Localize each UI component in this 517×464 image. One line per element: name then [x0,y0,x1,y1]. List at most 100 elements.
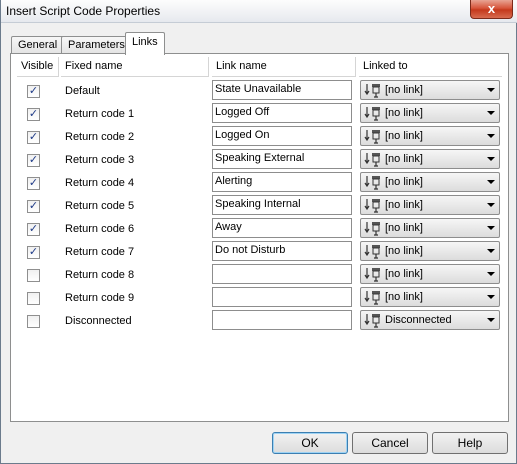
link-name-input[interactable]: Alerting [212,172,352,192]
fixed-name: Return code 2 [65,131,135,143]
tab-general[interactable]: General [11,36,65,54]
check-icon: ✓ [28,177,39,189]
table-row: ✓ Return code 2 Logged On [no link] [11,126,508,147]
title-bar: Insert Script Code Properties x [1,0,517,23]
visible-checkbox[interactable]: ✓ [27,246,40,259]
link-target-icon [364,152,382,167]
fixed-name: Return code 4 [65,177,135,189]
fixed-name: Return code 5 [65,200,135,212]
linked-to-value: [no link] [385,199,423,211]
chevron-down-icon [487,272,495,276]
visible-checkbox[interactable] [27,315,40,328]
linked-to-dropdown[interactable]: [no link] [360,126,500,146]
link-name-input[interactable] [212,264,352,284]
links-panel: Visible Fixed name Link name Linked to ✓… [10,53,509,422]
link-target-icon [364,313,382,328]
visible-checkbox[interactable]: ✓ [27,108,40,121]
chevron-down-icon [487,88,495,92]
check-icon: ✓ [28,223,39,235]
cancel-button[interactable]: Cancel [352,432,428,454]
link-name-input[interactable]: Do not Disturb [212,241,352,261]
linked-to-dropdown[interactable]: [no link] [360,103,500,123]
check-icon: ✓ [28,246,39,258]
table-row: ✓ Return code 3 Speaking External [no link] [11,149,508,170]
check-icon: ✓ [28,108,39,120]
tab-links[interactable]: Links [125,32,165,55]
chevron-down-icon [487,318,495,322]
chevron-down-icon [487,134,495,138]
visible-checkbox[interactable]: ✓ [27,154,40,167]
linked-to-value: [no link] [385,176,423,188]
fixed-name: Return code 9 [65,292,135,304]
linked-to-value: [no link] [385,291,423,303]
column-header-visible: Visible [17,57,59,77]
visible-checkbox[interactable]: ✓ [27,223,40,236]
chevron-down-icon [487,226,495,230]
link-name-input[interactable]: Speaking External [212,149,352,169]
fixed-name: Default [65,85,100,97]
table-row: Return code 9 [no link] [11,287,508,308]
linked-to-value: [no link] [385,245,423,257]
table-row: ✓ Default State Unavailable [no link] [11,80,508,101]
column-header-fixed-name: Fixed name [61,57,209,77]
linked-to-value: [no link] [385,153,423,165]
visible-checkbox[interactable] [27,269,40,282]
help-button[interactable]: Help [432,432,508,454]
chevron-down-icon [487,295,495,299]
visible-checkbox[interactable]: ✓ [27,131,40,144]
linked-to-dropdown[interactable]: [no link] [360,264,500,284]
visible-checkbox[interactable] [27,292,40,305]
chevron-down-icon [487,111,495,115]
chevron-down-icon [487,249,495,253]
linked-to-dropdown[interactable]: [no link] [360,195,500,215]
ok-button[interactable]: OK [272,432,348,454]
visible-checkbox[interactable]: ✓ [27,177,40,190]
table-row: ✓ Return code 5 Speaking Internal [no link] [11,195,508,216]
linked-to-dropdown[interactable]: [no link] [360,287,500,307]
table-row: ✓ Return code 7 Do not Disturb [no link] [11,241,508,262]
column-header-linked-to: Linked to [359,57,502,77]
visible-checkbox[interactable]: ✓ [27,85,40,98]
link-name-input[interactable]: Away [212,218,352,238]
link-name-input[interactable]: Logged On [212,126,352,146]
link-target-icon [364,267,382,282]
linked-to-dropdown[interactable]: [no link] [360,241,500,261]
fixed-name: Return code 3 [65,154,135,166]
link-name-input[interactable]: State Unavailable [212,80,352,100]
chevron-down-icon [487,203,495,207]
link-target-icon [364,83,382,98]
link-name-input[interactable] [212,287,352,307]
visible-checkbox[interactable]: ✓ [27,200,40,213]
fixed-name: Return code 1 [65,108,135,120]
table-row: Return code 8 [no link] [11,264,508,285]
fixed-name: Return code 6 [65,223,135,235]
link-target-icon [364,290,382,305]
table-row: ✓ Return code 6 Away [no link] [11,218,508,239]
tab-parameters[interactable]: Parameters [61,36,132,54]
link-target-icon [364,175,382,190]
link-name-input[interactable]: Logged Off [212,103,352,123]
check-icon: ✓ [28,85,39,97]
link-name-input[interactable] [212,310,352,330]
linked-to-dropdown[interactable]: [no link] [360,172,500,192]
linked-to-value: [no link] [385,222,423,234]
link-target-icon [364,129,382,144]
linked-to-dropdown[interactable]: Disconnected [360,310,500,330]
linked-to-dropdown[interactable]: [no link] [360,218,500,238]
linked-to-dropdown[interactable]: [no link] [360,80,500,100]
linked-to-value: [no link] [385,84,423,96]
linked-to-value: [no link] [385,130,423,142]
link-target-icon [364,221,382,236]
chevron-down-icon [487,180,495,184]
window-title: Insert Script Code Properties [6,4,161,18]
table-row: ✓ Return code 1 Logged Off [no link] [11,103,508,124]
table-row: Disconnected Disconnected [11,310,508,331]
link-target-icon [364,106,382,121]
check-icon: ✓ [28,200,39,212]
chevron-down-icon [487,157,495,161]
linked-to-dropdown[interactable]: [no link] [360,149,500,169]
linked-to-value: [no link] [385,107,423,119]
link-name-input[interactable]: Speaking Internal [212,195,352,215]
close-button[interactable]: x [470,0,513,19]
fixed-name: Return code 7 [65,246,135,258]
